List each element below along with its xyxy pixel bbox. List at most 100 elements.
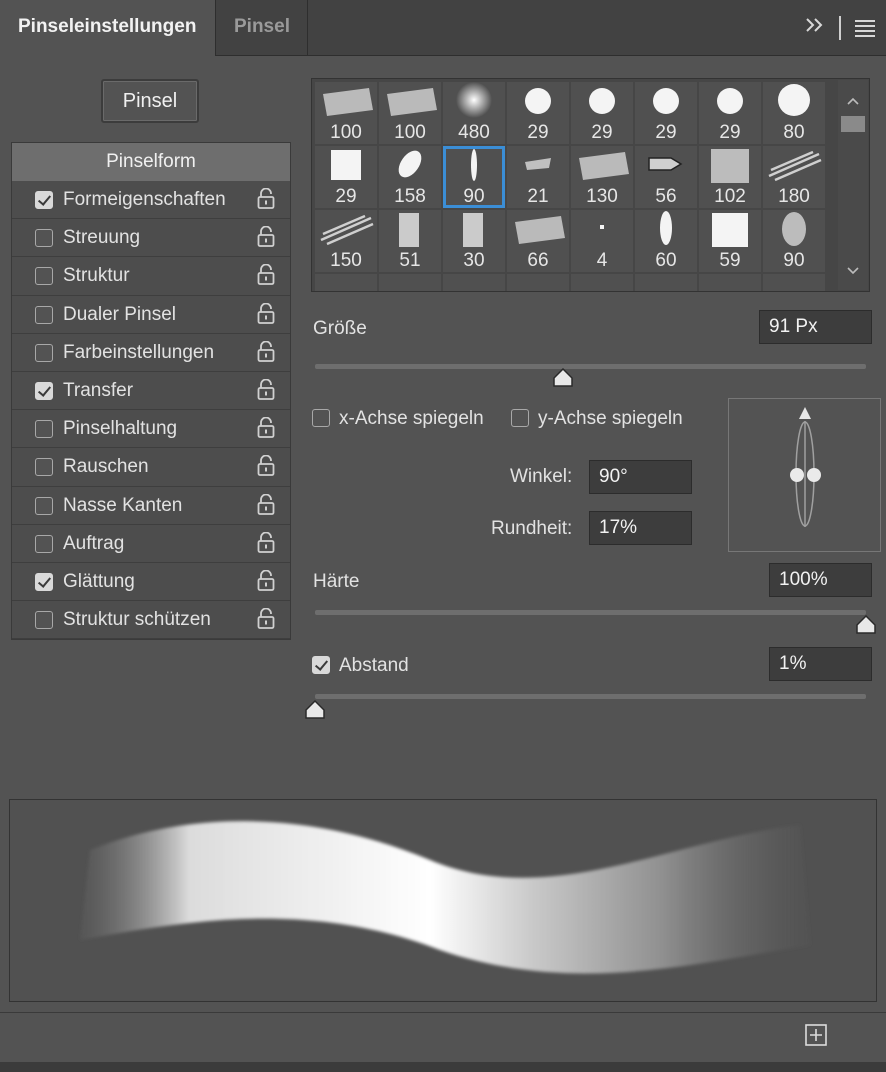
spacing-slider-handle[interactable]	[304, 700, 326, 720]
list-item-label: Struktur	[63, 265, 130, 287]
tab-pinsel[interactable]: Pinsel	[216, 0, 308, 56]
size-field[interactable]: 91 Px	[759, 310, 872, 344]
checkbox[interactable]	[35, 572, 53, 591]
size-slider-track[interactable]	[315, 364, 866, 369]
checkbox[interactable]	[35, 343, 53, 362]
unlock-icon[interactable]	[257, 416, 275, 439]
brush-preset[interactable]: 90	[443, 146, 505, 208]
brush-preset-grid: 100 100 480 29 29 29 29 80 29 158 90 21 130 56 102 180 1…	[311, 78, 870, 292]
checkbox[interactable]	[35, 458, 53, 477]
hardness-slider-track[interactable]	[315, 610, 866, 615]
list-item-dualer-pinsel[interactable]: Dualer Pinsel	[12, 296, 290, 334]
brush-angle-preview[interactable]	[728, 398, 881, 552]
roundness-field[interactable]: 17%	[589, 511, 692, 545]
list-item-label: Streuung	[63, 227, 141, 249]
brush-preset[interactable]: 29	[315, 146, 377, 208]
spacing-field[interactable]: 1%	[769, 647, 872, 681]
grid-scrollbar[interactable]	[838, 80, 868, 290]
hardness-slider-handle[interactable]	[855, 615, 877, 635]
list-item-transfer[interactable]: Transfer	[12, 372, 290, 411]
new-preset-icon[interactable]	[805, 1024, 827, 1046]
checkbox[interactable]	[35, 496, 53, 515]
list-item-streuung[interactable]: Streuung	[12, 219, 290, 258]
unlock-icon[interactable]	[257, 264, 275, 286]
brush-preset[interactable]: 4	[571, 210, 633, 272]
hardness-field[interactable]: 100%	[769, 563, 872, 597]
brush-preset[interactable]: 56	[635, 146, 697, 208]
brush-preset[interactable]: 100	[315, 82, 377, 144]
brush-preset[interactable]: 130	[571, 146, 633, 208]
checkbox[interactable]	[35, 305, 53, 324]
brush-preset[interactable]	[507, 274, 569, 291]
checkbox[interactable]	[35, 191, 53, 209]
checkbox[interactable]	[35, 611, 53, 630]
unlock-icon[interactable]	[257, 454, 275, 477]
pinsel-button[interactable]: Pinsel	[101, 79, 199, 123]
tab-pinseleinstellungen[interactable]: Pinseleinstellungen	[0, 0, 216, 56]
brush-preset[interactable]: 150	[315, 210, 377, 272]
hamburger-menu-icon[interactable]	[855, 20, 875, 37]
chevron-down-icon[interactable]	[846, 264, 860, 278]
checkbox[interactable]	[35, 267, 53, 286]
brush-preset[interactable]: 66	[507, 210, 569, 272]
list-item-auftrag[interactable]: Auftrag	[12, 525, 290, 563]
checkbox[interactable]	[35, 381, 53, 400]
chevron-up-icon[interactable]	[846, 94, 860, 108]
brush-preset[interactable]: 480	[443, 82, 505, 144]
spacing-slider-track[interactable]	[315, 694, 866, 699]
brush-preset[interactable]: 29	[635, 82, 697, 144]
unlock-icon[interactable]	[257, 493, 275, 516]
brush-preset[interactable]	[443, 274, 505, 291]
brush-preset[interactable]: 180	[763, 146, 825, 208]
double-chevron-right-icon[interactable]	[804, 14, 826, 42]
list-item-glättung[interactable]: Glättung	[12, 563, 290, 602]
brush-preset[interactable]	[571, 274, 633, 291]
brush-preset[interactable]	[763, 274, 825, 291]
unlock-icon[interactable]	[257, 302, 275, 325]
unlock-icon[interactable]	[257, 340, 275, 363]
brush-preset[interactable]: 51	[379, 210, 441, 272]
checkbox[interactable]	[35, 534, 53, 553]
spacing-checkbox[interactable]	[312, 656, 330, 674]
brush-preset[interactable]: 29	[699, 82, 761, 144]
brush-preset[interactable]	[379, 274, 441, 291]
flip-y-checkbox[interactable]	[511, 409, 529, 427]
brush-preset[interactable]: 60	[635, 210, 697, 272]
unlock-icon[interactable]	[257, 569, 275, 592]
angle-roundness-widget[interactable]	[729, 399, 882, 553]
list-item-pinselform[interactable]: Pinselform	[12, 143, 290, 181]
brush-preset[interactable]: 158	[379, 146, 441, 208]
checkbox[interactable]	[35, 420, 53, 439]
brush-preset[interactable]: 102	[699, 146, 761, 208]
unlock-icon[interactable]	[257, 531, 275, 554]
size-slider-handle[interactable]	[552, 368, 574, 388]
brush-preset[interactable]: 100	[379, 82, 441, 144]
angle-field[interactable]: 90°	[589, 460, 692, 494]
brush-preset[interactable]: 21	[507, 146, 569, 208]
brush-preset[interactable]: 30	[443, 210, 505, 272]
list-item-farbeinstellungen[interactable]: Farbeinstellungen	[12, 334, 290, 372]
brush-preset[interactable]: 90	[763, 210, 825, 272]
list-item-nasse-kanten[interactable]: Nasse Kanten	[12, 487, 290, 525]
brush-preset[interactable]	[315, 274, 377, 291]
brush-preset[interactable]: 29	[571, 82, 633, 144]
brush-thumbnail	[717, 88, 743, 114]
unlock-icon[interactable]	[257, 187, 275, 210]
brush-preset[interactable]: 80	[763, 82, 825, 144]
list-item-pinselhaltung[interactable]: Pinselhaltung	[12, 410, 290, 449]
checkbox[interactable]	[35, 229, 53, 248]
brush-thumbnail	[387, 88, 437, 116]
brush-preset[interactable]: 59	[699, 210, 761, 272]
flip-x-checkbox[interactable]	[312, 409, 330, 427]
unlock-icon[interactable]	[257, 607, 275, 630]
list-item-struktur-schützen[interactable]: Struktur schützen	[12, 601, 290, 640]
list-item-formeigenschaften[interactable]: Formeigenschaften	[12, 181, 290, 220]
scrollbar-thumb[interactable]	[841, 116, 865, 132]
brush-preset[interactable]: 29	[507, 82, 569, 144]
unlock-icon[interactable]	[257, 225, 275, 248]
unlock-icon[interactable]	[257, 378, 275, 401]
brush-preset[interactable]	[699, 274, 761, 291]
list-item-rauschen[interactable]: Rauschen	[12, 448, 290, 487]
list-item-struktur[interactable]: Struktur	[12, 257, 290, 296]
brush-preset[interactable]	[635, 274, 697, 291]
